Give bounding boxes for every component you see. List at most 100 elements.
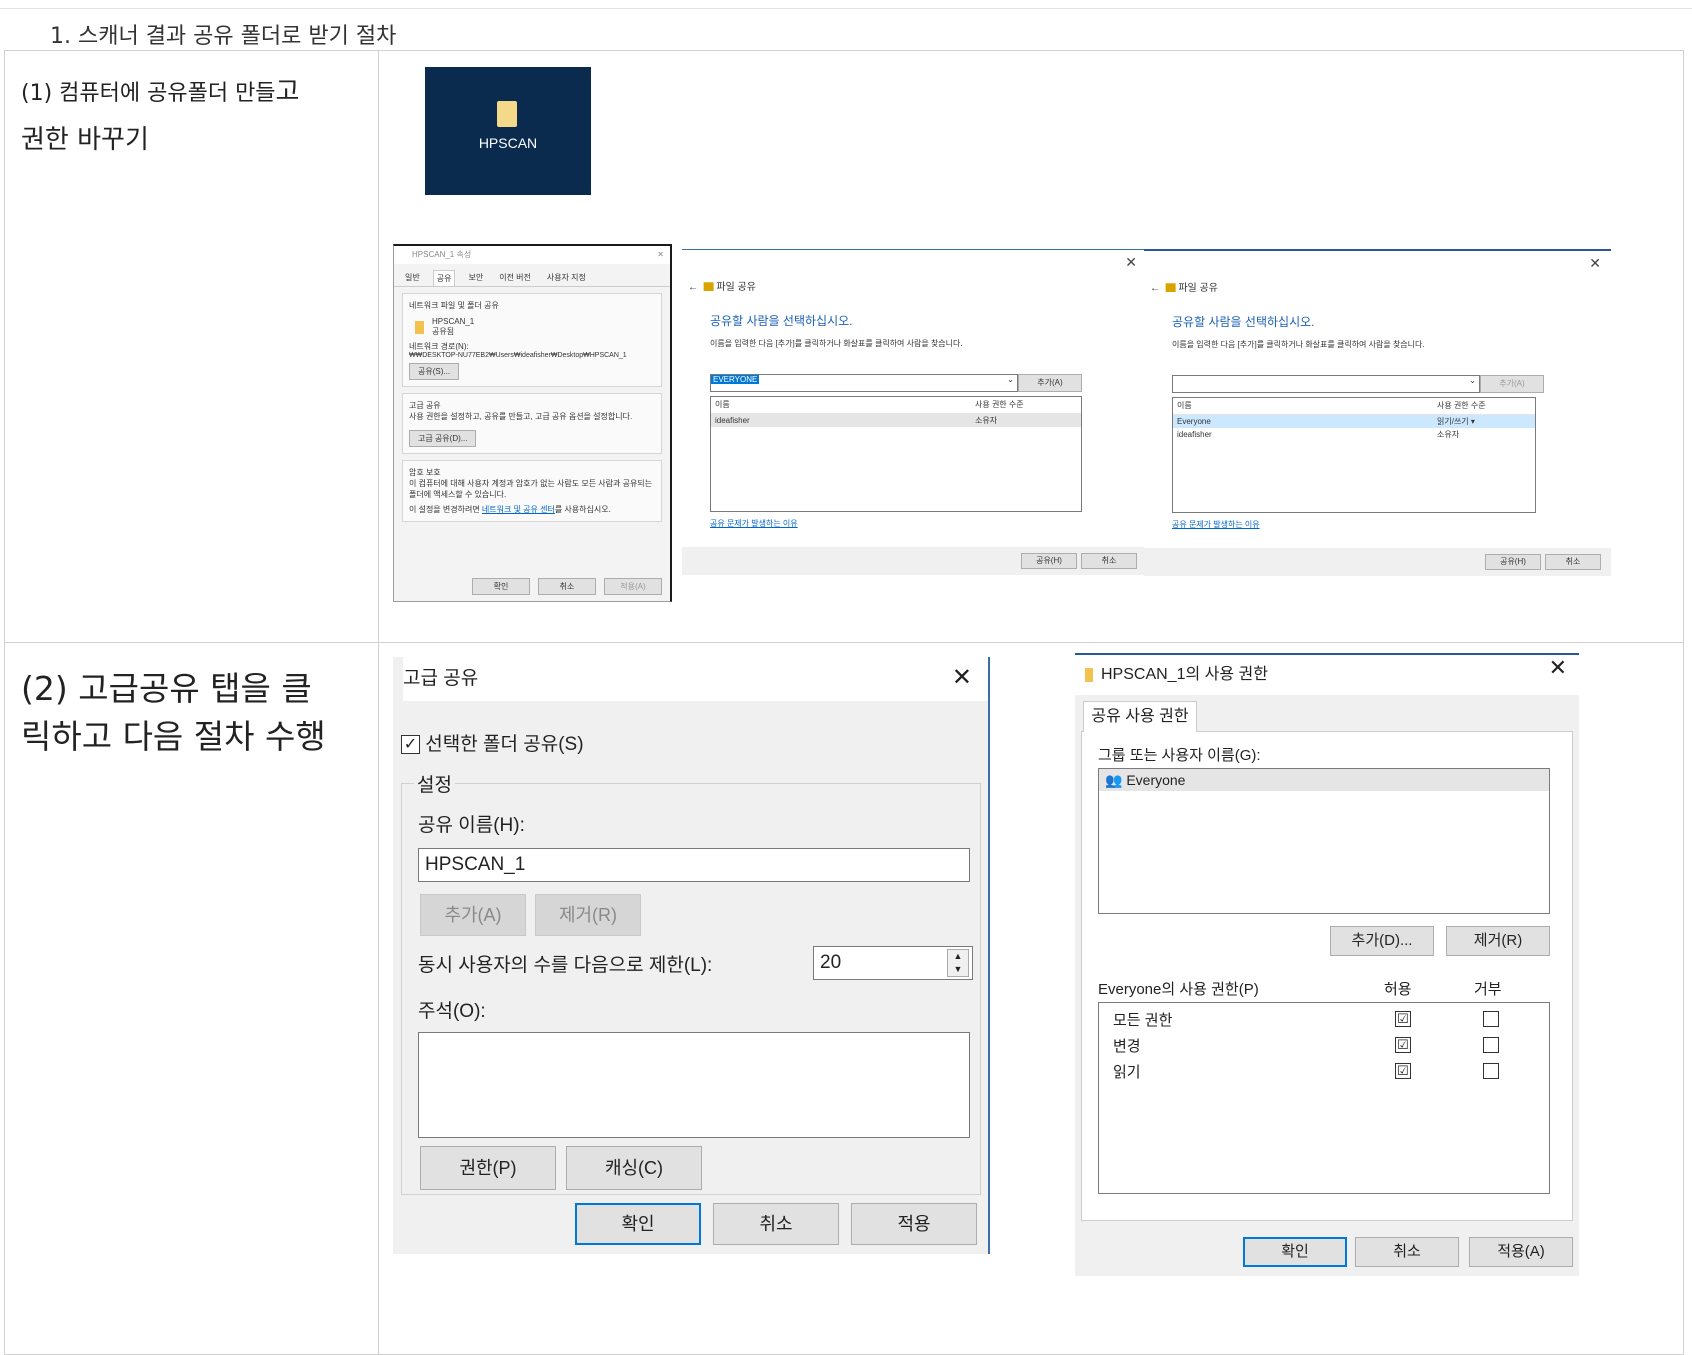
permissions-dialog: HPSCAN_1의 사용 권한 ✕ 공유 사용 권한 그룹 또는 사용자 이름(…: [1075, 653, 1579, 1276]
group-text: 이 컴퓨터에 대해 사용자 계정과 암호가 없는 사람도 모든 사람과 공유되는…: [409, 479, 653, 499]
share-button[interactable]: 공유(S)...: [409, 363, 460, 380]
apply-button[interactable]: 적용: [851, 1203, 977, 1245]
settings-group-title: 설정: [414, 770, 455, 797]
ok-button[interactable]: 확인: [472, 578, 530, 595]
share-title: 공유할 사람을 선택하십시오.: [1172, 315, 1315, 329]
close-icon[interactable]: ✕: [1549, 655, 1567, 681]
user-combo[interactable]: ⌄: [1172, 375, 1480, 393]
properties-tabs: 일반 공유 보안 이전 버전 사용자 지정: [394, 264, 670, 287]
group-text2: 이 설정을 변경하려면: [409, 505, 480, 514]
col-name: 이름: [715, 400, 730, 409]
limit-stepper[interactable]: 20 ▲ ▼: [813, 946, 973, 980]
close-icon[interactable]: ✕: [1589, 255, 1601, 272]
add-button[interactable]: 추가(A): [420, 894, 526, 936]
section-heading: 1. 스캐너 결과 공유 폴더로 받기 절차: [50, 24, 397, 49]
list-item[interactable]: ideafisher 소유자: [711, 414, 1081, 427]
ok-button[interactable]: 확인: [575, 1203, 701, 1245]
desktop-icon-label[interactable]: HPSCAN: [425, 135, 591, 151]
deny-checkbox[interactable]: [1483, 1011, 1499, 1027]
spin-arrows-icon[interactable]: ▲ ▼: [947, 949, 969, 977]
user-combo[interactable]: EVERYONE ⌄: [710, 374, 1018, 392]
group-title: 네트워크 파일 및 폴더 공유: [409, 301, 499, 310]
step1-label-cell: (1) 컴퓨터에 공유폴더 만들고 권한 바꾸기: [4, 50, 379, 643]
tab-sharing[interactable]: 공유: [432, 270, 456, 286]
remove-button[interactable]: 제거(R): [535, 894, 641, 936]
close-icon[interactable]: ✕: [1125, 254, 1137, 271]
step1-label-b: 고: [275, 77, 300, 107]
comment-label: 주석(O):: [418, 1001, 486, 1022]
add-button[interactable]: 추가(A): [1018, 374, 1082, 392]
allow-checkbox[interactable]: ☑: [1395, 1063, 1411, 1079]
col-level: 사용 권한 수준: [975, 400, 1024, 409]
cancel-button[interactable]: 취소: [713, 1203, 839, 1245]
cancel-button[interactable]: 취소: [1081, 553, 1137, 569]
tab-share-permissions[interactable]: 공유 사용 권한: [1083, 701, 1197, 732]
file-share-dialog-1: ✕ ← ▇ 파일 공유 공유할 사람을 선택하십시오. 이름을 입력한 다음 […: [682, 249, 1147, 575]
chevron-down-icon[interactable]: ⌄: [1007, 375, 1014, 384]
deny-checkbox[interactable]: [1483, 1063, 1499, 1079]
share-icon: ▇: [1165, 283, 1176, 294]
cancel-button[interactable]: 취소: [538, 578, 596, 595]
user-level[interactable]: 읽기/쓰기 ▾: [1437, 415, 1475, 428]
share-button[interactable]: 공유(H): [1485, 554, 1541, 570]
users-icon: 👥: [1105, 772, 1123, 788]
file-share-dialog-2: ✕ ← ▇ 파일 공유 공유할 사람을 선택하십시오. 이름을 입력한 다음 […: [1144, 249, 1611, 576]
share-name-input[interactable]: HPSCAN_1: [418, 848, 970, 882]
tab-security[interactable]: 보안: [465, 270, 486, 286]
share-problem-link[interactable]: 공유 문제가 발생하는 이유: [710, 518, 798, 529]
share-nav: ← ▇ 파일 공유: [1150, 279, 1218, 294]
allow-checkbox[interactable]: ☑: [1395, 1037, 1411, 1053]
folder-icon: [1085, 667, 1093, 682]
advanced-share-button[interactable]: 고급 공유(D)...: [409, 430, 477, 447]
tab-general[interactable]: 일반: [402, 270, 423, 286]
folder-icon: [415, 321, 424, 334]
add-button[interactable]: 추가(D)...: [1330, 926, 1434, 956]
share-button[interactable]: 공유(H): [1021, 553, 1077, 569]
add-button[interactable]: 추가(A): [1480, 375, 1544, 393]
network-center-link[interactable]: 네트워크 및 공유 센터: [482, 505, 555, 514]
close-icon[interactable]: ✕: [952, 663, 972, 692]
ok-button[interactable]: 확인: [1243, 1237, 1347, 1267]
cancel-button[interactable]: 취소: [1355, 1237, 1459, 1267]
permissions-button[interactable]: 권한(P): [420, 1146, 556, 1190]
checkbox-checked-icon[interactable]: ✓: [401, 735, 420, 755]
back-icon[interactable]: ←: [688, 282, 698, 293]
procedure-table: (1) 컴퓨터에 공유폴더 만들고 권한 바꾸기 HPSCAN HPSCAN_1 …: [4, 50, 1684, 1355]
group-title: 고급 공유: [409, 401, 441, 410]
list-item[interactable]: 👥 Everyone: [1099, 769, 1549, 791]
share-name-label: 공유 이름(H):: [418, 815, 525, 836]
chevron-down-icon[interactable]: ⌄: [1469, 376, 1476, 385]
list-item[interactable]: ideafisher 소유자: [1173, 428, 1535, 441]
caching-button[interactable]: 캐싱(C): [566, 1146, 702, 1190]
path-label: 네트워크 경로(N):: [409, 342, 469, 351]
advanced-share-group: 고급 공유 사용 권한을 설정하고, 공유를 만들고, 고급 공유 옵션을 설정…: [402, 393, 662, 454]
list-item[interactable]: Everyone 읽기/쓰기 ▾: [1173, 415, 1535, 428]
back-icon[interactable]: ←: [1150, 283, 1160, 294]
step2-label-line1: (2) 고급공유 탭을 클: [21, 669, 312, 708]
share-folder-label: 선택한 폴더 공유(S): [425, 734, 584, 755]
share-folder-checkbox[interactable]: ✓ 선택한 폴더 공유(S): [401, 729, 584, 756]
tab-previous[interactable]: 이전 버전: [496, 270, 534, 286]
limit-value: 20: [820, 952, 842, 973]
remove-button[interactable]: 제거(R): [1446, 926, 1550, 956]
limit-label: 동시 사용자의 수를 다음으로 제한(L):: [418, 955, 713, 976]
perm-row-name: 읽기: [1113, 1064, 1141, 1081]
share-icon: ▇: [703, 282, 714, 293]
network-share-group: 네트워크 파일 및 폴더 공유 HPSCAN_1 공유됨 네트워크 경로(N): …: [402, 293, 662, 387]
apply-button[interactable]: 적용(A): [604, 578, 662, 595]
tab-customize[interactable]: 사용자 지정: [544, 270, 589, 286]
cancel-button[interactable]: 취소: [1545, 554, 1601, 570]
comment-textarea[interactable]: [418, 1032, 970, 1138]
list-header: 이름 사용 권한 수준: [711, 397, 1081, 414]
user-listbox: 👥 Everyone: [1098, 768, 1550, 914]
allow-checkbox[interactable]: ☑: [1395, 1011, 1411, 1027]
close-icon[interactable]: ✕: [657, 246, 664, 264]
share-problem-link[interactable]: 공유 문제가 발생하는 이유: [1172, 519, 1260, 530]
step1-label-c: 권한 바꾸기: [21, 125, 149, 155]
top-divider: [0, 8, 1692, 9]
step2-label-cell: (2) 고급공유 탭을 클 릭하고 다음 절차 수행: [4, 642, 379, 1355]
apply-button[interactable]: 적용(A): [1469, 1237, 1573, 1267]
deny-checkbox[interactable]: [1483, 1037, 1499, 1053]
share-subtitle: 이름을 입력한 다음 [추가]를 클릭하거나 화살표를 클릭하여 사람을 찾습니…: [710, 339, 963, 348]
folder-zip-icon[interactable]: [497, 101, 517, 127]
